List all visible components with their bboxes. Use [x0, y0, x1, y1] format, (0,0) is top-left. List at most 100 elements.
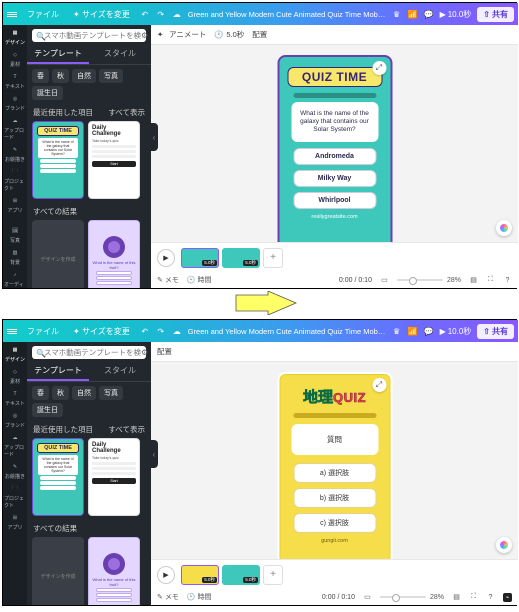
chip[interactable]: 春 — [32, 386, 49, 400]
tab-templates[interactable]: テンプレート — [27, 362, 89, 381]
chip[interactable]: 自然 — [72, 386, 96, 400]
template-search[interactable]: 🔍 ⚙ — [32, 29, 146, 42]
comment-icon[interactable]: 💬 — [424, 9, 434, 19]
see-all-link[interactable]: すべて表示 — [108, 424, 145, 435]
zoom-slider[interactable] — [380, 596, 426, 598]
duration-toggle[interactable]: 🕑 時間 — [187, 275, 212, 285]
document-title[interactable]: Green and Yellow Modern Cute Animated Qu… — [182, 10, 392, 19]
option-2[interactable]: Milky Way — [293, 170, 376, 187]
rail-draw[interactable]: ✎お絵描き — [4, 145, 26, 163]
chip[interactable]: 誕生日 — [32, 403, 63, 417]
crown-icon[interactable]: ♛ — [392, 9, 402, 19]
rail-elements[interactable]: ◇素材 — [4, 50, 26, 68]
zoom-control[interactable]: 28% — [380, 594, 444, 601]
grid-view-icon[interactable]: ▤ — [452, 593, 461, 602]
play-button[interactable]: ▶ — [157, 566, 175, 584]
timeline-clip-2[interactable]: 5.0秒 — [222, 248, 260, 268]
template-card-daily[interactable]: Daily Challenge Take today's quiz Start — [88, 438, 140, 516]
menu-icon[interactable] — [7, 12, 17, 17]
footer-text[interactable]: reallygreatsite.com — [279, 214, 390, 220]
comment-icon[interactable]: 💬 — [424, 326, 434, 336]
template-card-fruit[interactable]: What is the name of this fruit? — [88, 220, 140, 288]
collapse-panel-button[interactable]: ‹ — [150, 440, 158, 468]
position-button[interactable]: 配置 — [252, 29, 267, 40]
filter-icon[interactable]: ⚙ — [141, 31, 148, 40]
animate-button[interactable]: ✦アニメート — [157, 29, 206, 40]
add-page-button[interactable]: + — [263, 248, 283, 268]
chip[interactable]: 写真 — [99, 386, 123, 400]
timeline-clip-1[interactable]: 5.0秒 — [181, 248, 219, 268]
canva-logo-icon[interactable]: ⌁ — [503, 593, 512, 602]
rail-design[interactable]: ▦デザイン — [4, 28, 26, 46]
canvas-stage[interactable]: ⤢ 地理QUIZ 質問 a) 選択肢 b) 選択肢 c) 選択肢 gungii.… — [151, 362, 518, 559]
timeline-view-icon[interactable]: ▭ — [380, 276, 389, 285]
template-card-blank[interactable]: デザインを作成 — [32, 220, 84, 288]
menu-icon[interactable] — [7, 329, 17, 334]
timeline-clip-2[interactable]: 5.0秒 — [222, 565, 260, 585]
page-duration[interactable]: 🕑5.0秒 — [214, 29, 244, 40]
template-card-daily[interactable]: Daily Challenge Take today's quiz Start — [88, 121, 140, 199]
chip[interactable]: 秋 — [52, 386, 69, 400]
grid-view-icon[interactable]: ▤ — [469, 276, 478, 285]
rail-apps[interactable]: ⊞アプリ — [4, 513, 26, 531]
insights-icon[interactable]: 📶 — [408, 9, 418, 19]
timeline-view-icon[interactable]: ▭ — [363, 593, 372, 602]
fullscreen-icon[interactable]: ⛶ — [486, 276, 495, 285]
crown-icon[interactable]: ♛ — [392, 326, 402, 336]
file-menu[interactable]: ファイル — [23, 7, 63, 22]
question-text[interactable]: What is the name of the galaxy that cont… — [291, 102, 378, 142]
search-input[interactable] — [44, 348, 141, 357]
rail-text[interactable]: Tテキスト — [4, 389, 26, 407]
option-1[interactable]: Andromeda — [293, 148, 376, 165]
rail-text[interactable]: Tテキスト — [4, 72, 26, 90]
resize-menu[interactable]: ✦ サイズを変更 — [69, 324, 134, 339]
filter-icon[interactable]: ⚙ — [141, 348, 148, 357]
share-button[interactable]: ⇧共有 — [477, 324, 514, 339]
chip[interactable]: 秋 — [52, 69, 69, 83]
template-card-quiz[interactable]: QUIZ TIME What is the name of the galaxy… — [32, 121, 84, 199]
chip[interactable]: 自然 — [72, 69, 96, 83]
option-3[interactable]: c) 選択肢 — [293, 513, 376, 533]
rail-upload[interactable]: ☁アップロード — [4, 433, 26, 458]
page-expand-icon[interactable]: ⤢ — [372, 378, 386, 392]
page-quiz-yellow[interactable]: ⤢ 地理QUIZ 質問 a) 選択肢 b) 選択肢 c) 選択肢 gungii.… — [277, 372, 392, 559]
rail-upload[interactable]: ☁アップロード — [4, 116, 26, 141]
page-quiz-green[interactable]: ⤢ QUIZ TIME What is the name of the gala… — [277, 55, 392, 242]
share-button[interactable]: ⇧共有 — [477, 7, 514, 22]
tab-templates[interactable]: テンプレート — [27, 45, 89, 64]
quiz-title[interactable]: 地理QUIZ — [287, 386, 382, 407]
rail-design[interactable]: ▦デザイン — [4, 345, 26, 363]
rail-draw[interactable]: ✎お絵描き — [4, 462, 26, 480]
rail-photo[interactable]: 🖼写真 — [4, 226, 26, 244]
add-page-button[interactable]: + — [263, 565, 283, 585]
resize-menu[interactable]: ✦ サイズを変更 — [69, 7, 134, 22]
file-menu[interactable]: ファイル — [23, 324, 63, 339]
footer-text[interactable]: gungii.com — [279, 538, 390, 544]
template-search[interactable]: 🔍 ⚙ — [32, 346, 146, 359]
template-card-fruit[interactable]: What is the name of this fruit? — [88, 537, 140, 605]
template-card-blank[interactable]: デザインを作成 — [32, 537, 84, 605]
present-button[interactable]: ▶ 10.0秒 — [440, 326, 472, 337]
notes-button[interactable]: ✎ メモ — [157, 275, 179, 285]
zoom-slider[interactable] — [397, 279, 443, 281]
duration-toggle[interactable]: 🕑 時間 — [187, 592, 212, 602]
redo-icon[interactable]: ↷ — [156, 9, 166, 19]
timeline-clip-1[interactable]: 5.0秒 — [181, 565, 219, 585]
undo-icon[interactable]: ↶ — [140, 9, 150, 19]
quiz-title[interactable]: QUIZ TIME — [287, 67, 382, 87]
insights-icon[interactable]: 📶 — [408, 326, 418, 336]
notes-button[interactable]: ✎ メモ — [157, 592, 179, 602]
redo-icon[interactable]: ↷ — [156, 326, 166, 336]
tab-style[interactable]: スタイル — [89, 362, 151, 381]
collapse-panel-button[interactable]: ‹ — [150, 123, 158, 151]
document-title[interactable]: Green and Yellow Modern Cute Animated Qu… — [182, 327, 392, 336]
question-text[interactable]: 質問 — [291, 424, 378, 455]
zoom-control[interactable]: 28% — [397, 277, 461, 284]
chip[interactable]: 誕生日 — [32, 86, 63, 100]
rail-bg[interactable]: ▧背景 — [4, 248, 26, 266]
fullscreen-icon[interactable]: ⛶ — [469, 593, 478, 602]
rail-audio[interactable]: ♪オーディオ — [4, 270, 26, 288]
rail-projects[interactable]: 🗀プロジェクト — [4, 167, 26, 192]
undo-icon[interactable]: ↶ — [140, 326, 150, 336]
rail-projects[interactable]: 🗀プロジェクト — [4, 484, 26, 509]
